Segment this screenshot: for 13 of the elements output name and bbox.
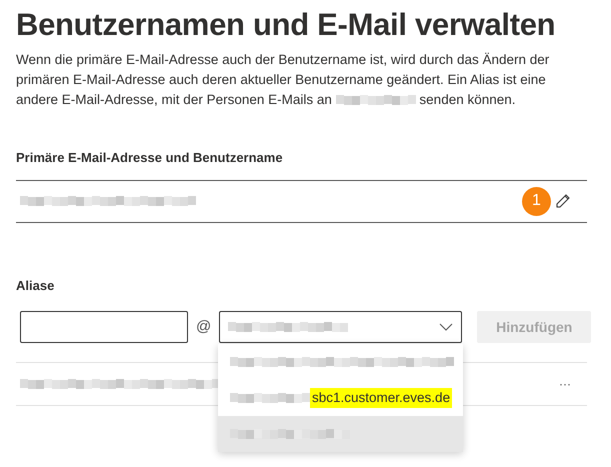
domain-select[interactable] <box>219 311 462 343</box>
description-text: Wenn die primäre E-Mail-Adresse auch der Benutzername ist, wird durch das Ändern der primären E-Mail-Adresse auch deren aktueller Benutzername geändert. Ein Alias ist eine andere E-Mail-Adresse, mit der Personen E-Mails an senden können. <box>16 51 550 109</box>
page-title: Benutzernamen und E-Mail verwalten <box>16 6 556 44</box>
edit-pencil-icon[interactable] <box>555 193 571 209</box>
section-label: Primäre E-Mail-Adresse und Benutzername <box>16 149 284 167</box>
section-label: Aliase <box>16 276 56 294</box>
alias-input-field[interactable] <box>20 311 188 343</box>
chevron-down-icon <box>439 323 454 331</box>
more-options-button[interactable]: ··· <box>559 375 571 393</box>
highlighted-domain: sbc1.customer.eves.de <box>310 388 452 408</box>
step-badge: 1 <box>522 186 551 216</box>
at-sign: @ <box>196 316 212 337</box>
dropdown-option[interactable]: sbc1.customer.eves.de <box>218 380 463 416</box>
